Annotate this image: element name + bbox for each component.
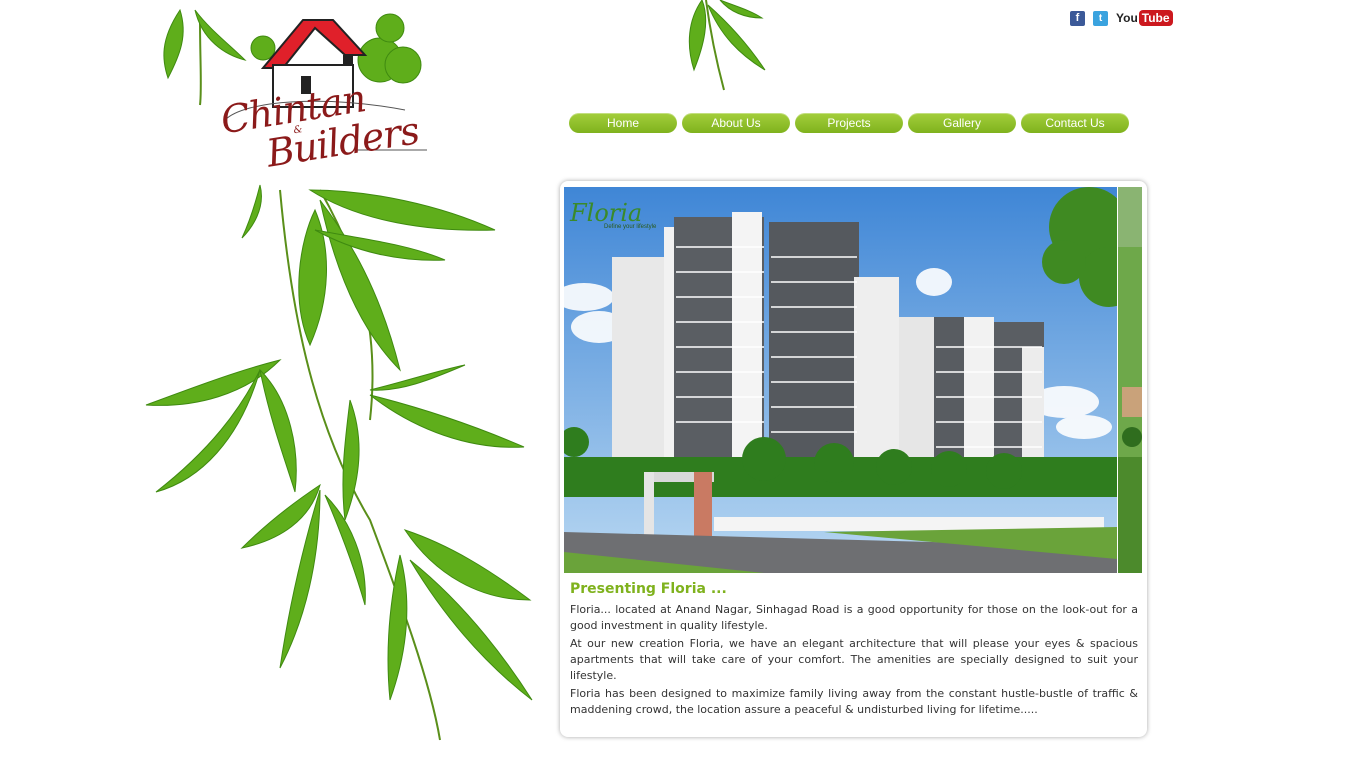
nav-home[interactable]: Home (569, 113, 677, 133)
next-slide-thumbnail (1118, 187, 1142, 573)
nav-projects[interactable]: Projects (795, 113, 903, 133)
feature-title: Presenting Floria ... (570, 581, 727, 597)
twitter-icon[interactable]: t (1093, 10, 1108, 26)
feature-panel: Floria Define your lifestyle Presenting … (560, 181, 1147, 737)
youtube-icon[interactable]: You Tube (1116, 10, 1173, 26)
next-slide-preview[interactable] (1118, 187, 1142, 573)
project-slide-image[interactable]: Floria Define your lifestyle (564, 187, 1117, 573)
site-logo[interactable]: Chintan & Builders (205, 10, 445, 195)
feature-description: Floria... located at Anand Nagar, Sinhag… (570, 602, 1138, 720)
feature-paragraph: Floria... located at Anand Nagar, Sinhag… (570, 603, 1138, 632)
nav-about-us[interactable]: About Us (682, 113, 790, 133)
social-links: f t You Tube (1070, 10, 1173, 26)
main-nav: Home About Us Projects Gallery Contact U… (569, 113, 1129, 133)
youtube-tube-text: Tube (1138, 10, 1173, 26)
nav-gallery[interactable]: Gallery (908, 113, 1016, 133)
facebook-icon[interactable]: f (1070, 10, 1085, 26)
bamboo-leaves-top-decoration (688, 0, 766, 91)
floria-image-logo: Floria Define your lifestyle (570, 199, 656, 230)
nav-contact-us[interactable]: Contact Us (1021, 113, 1129, 133)
feature-paragraph: Floria has been designed to maximize fam… (570, 687, 1138, 716)
youtube-you-text: You (1116, 11, 1138, 25)
floria-logo-text: Floria (570, 199, 643, 227)
floria-tagline: Define your lifestyle (604, 224, 657, 230)
building-illustration (564, 187, 1117, 573)
feature-paragraph: At our new creation Floria, we have an e… (570, 637, 1138, 682)
